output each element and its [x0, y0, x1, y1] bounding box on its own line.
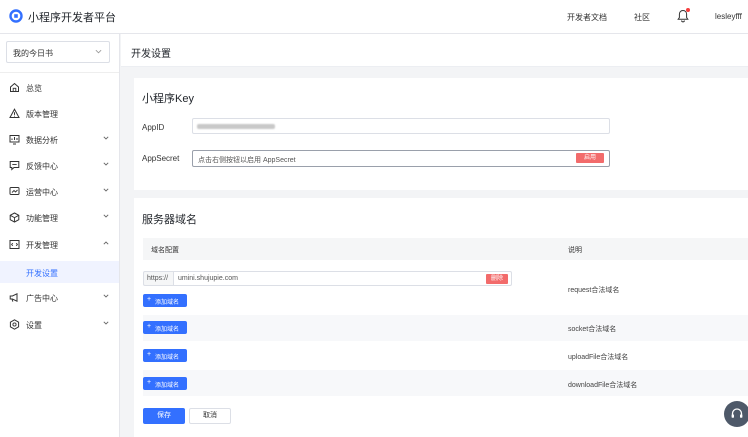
appid-field[interactable]	[192, 118, 610, 134]
add-button-label: 添加域名	[155, 300, 180, 306]
app-selector[interactable]: 我的今日书	[6, 41, 110, 63]
headset-icon	[731, 408, 743, 418]
sidebar-item-label: 总览	[26, 84, 42, 93]
sidebar-item-settings[interactable]: 设置	[0, 312, 119, 338]
sidebar-item-development[interactable]: 开发管理	[0, 232, 119, 258]
sidebar-item-overview[interactable]: 总览	[0, 75, 119, 101]
sidebar-subitem-dev-settings[interactable]: 开发设置	[0, 261, 119, 283]
sidebar-item-label: 功能管理	[26, 214, 58, 223]
add-button-label: 添加域名	[155, 327, 180, 333]
domain-row-upload	[143, 342, 748, 369]
code-icon	[9, 240, 20, 249]
sidebar-divider	[0, 72, 119, 73]
key-section-title: 小程序Key	[142, 93, 194, 105]
brand-title[interactable]: 小程序开发者平台	[28, 9, 116, 25]
url-prefix: https://	[143, 271, 173, 286]
appsecret-label: AppSecret	[142, 154, 180, 163]
col-description: 说明	[568, 247, 582, 254]
request-domain-value: umini.shujupie.com	[178, 275, 238, 282]
sidebar-item-ads[interactable]: 广告中心	[0, 285, 119, 311]
notification-badge	[686, 8, 690, 12]
sidebar: 我的今日书 总览 版本管理 数据分析 反馈中心 运营中心 功能管理 开发管理 开…	[0, 34, 120, 437]
sidebar-item-label: 数据分析	[26, 136, 58, 145]
sidebar-item-label: 开发管理	[26, 241, 58, 250]
chart-icon	[9, 135, 20, 145]
sidebar-item-features[interactable]: 功能管理	[0, 205, 119, 231]
appid-value-redacted	[197, 124, 275, 129]
chevron-up-icon	[103, 241, 109, 245]
chevron-down-icon	[103, 136, 109, 140]
sidebar-item-label: 设置	[26, 321, 42, 330]
domain-row-request	[143, 262, 748, 314]
appid-label: AppID	[142, 123, 165, 132]
col-domain-config: 域名配置	[151, 247, 179, 254]
sidebar-item-label: 广告中心	[26, 294, 58, 303]
domain-table-header: 域名配置 说明	[143, 238, 748, 260]
app-selector-value: 我的今日书	[13, 49, 53, 58]
logo-icon	[9, 9, 23, 23]
feedback-icon	[9, 161, 20, 171]
key-card: 小程序Key	[134, 78, 748, 190]
url-prefix-text: https://	[147, 275, 169, 282]
cancel-button[interactable]: 取消	[189, 408, 231, 424]
domain-section-title: 服务器域名	[142, 214, 197, 226]
sidebar-item-versions[interactable]: 版本管理	[0, 101, 119, 127]
customer-service-button[interactable]	[724, 401, 748, 427]
page-title: 开发设置	[131, 49, 171, 60]
delete-domain-button[interactable]: 删除	[486, 274, 508, 284]
request-domain-input[interactable]: umini.shujupie.com	[173, 271, 512, 286]
chevron-down-icon	[103, 162, 109, 166]
sidebar-item-feedback[interactable]: 反馈中心	[0, 153, 119, 179]
upload-desc: uploadFile合法域名	[568, 354, 629, 361]
domain-row-socket	[143, 315, 748, 341]
sidebar-item-label: 版本管理	[26, 110, 58, 119]
sidebar-item-operations[interactable]: 运营中心	[0, 179, 119, 205]
dev-docs-link[interactable]: 开发者文档	[567, 12, 607, 23]
domain-row-download	[143, 370, 748, 396]
enable-appsecret-button[interactable]: 启用	[576, 153, 604, 163]
plus-icon: +	[147, 351, 152, 358]
save-button[interactable]: 保存	[143, 408, 185, 424]
plus-icon: +	[147, 323, 152, 330]
user-menu[interactable]: lesleyfff	[715, 12, 742, 21]
operation-icon	[9, 187, 20, 195]
download-desc: downloadFile合法域名	[568, 382, 638, 389]
appsecret-placeholder: 点击右侧按钮以启用 AppSecret	[198, 157, 296, 164]
plus-icon: +	[147, 379, 152, 386]
socket-desc: socket合法域名	[568, 326, 617, 333]
sidebar-item-label: 运营中心	[26, 188, 58, 197]
version-icon	[9, 108, 20, 118]
chevron-down-icon	[103, 321, 109, 325]
chevron-down-icon	[103, 214, 109, 218]
add-request-domain-button[interactable]: + 添加域名	[143, 294, 187, 307]
appsecret-field[interactable]: 点击右侧按钮以启用 AppSecret	[192, 150, 610, 167]
megaphone-icon	[9, 293, 18, 302]
add-button-label: 添加域名	[155, 383, 180, 389]
page-header: 开发设置	[121, 34, 748, 67]
top-bar: 小程序开发者平台 开发者文档 社区 lesleyfff	[0, 0, 748, 34]
cube-icon	[9, 212, 20, 223]
plus-icon: +	[147, 296, 152, 303]
add-upload-domain-button[interactable]: + 添加域名	[143, 349, 187, 362]
add-socket-domain-button[interactable]: + 添加域名	[143, 321, 187, 334]
add-button-label: 添加域名	[155, 355, 180, 361]
sidebar-item-analytics[interactable]: 数据分析	[0, 127, 119, 153]
home-icon	[10, 82, 19, 92]
gear-icon	[9, 319, 20, 330]
sidebar-subitem-label: 开发设置	[26, 269, 58, 278]
request-desc: request合法域名	[568, 287, 620, 294]
add-download-domain-button[interactable]: + 添加域名	[143, 377, 187, 390]
sidebar-item-label: 反馈中心	[26, 162, 58, 171]
chevron-down-icon	[95, 49, 102, 54]
chevron-down-icon	[103, 294, 109, 298]
chevron-down-icon	[103, 188, 109, 192]
community-link[interactable]: 社区	[634, 12, 650, 23]
